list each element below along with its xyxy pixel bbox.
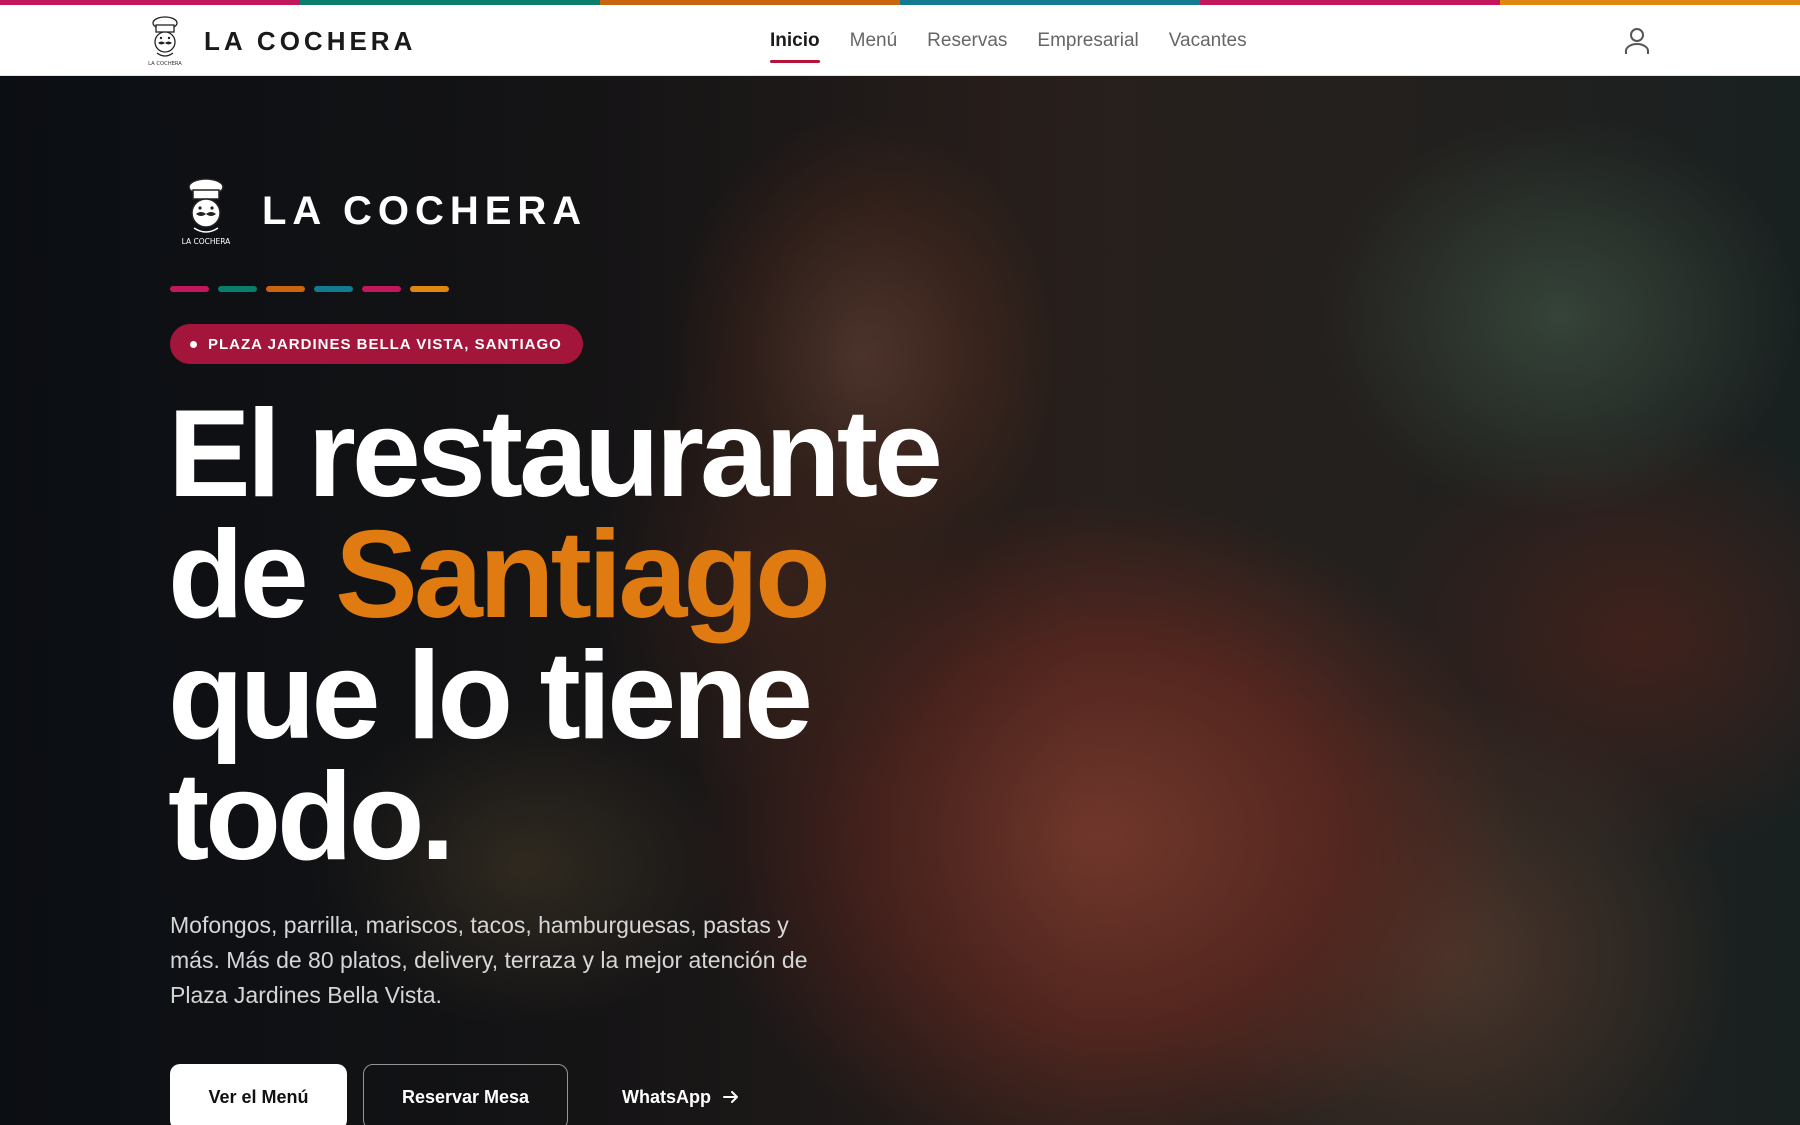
view-menu-button[interactable]: Ver el Menú (170, 1064, 347, 1125)
logo-caption: LA COCHERA (148, 61, 182, 67)
location-badge: PLAZA JARDINES BELLA VISTA, SANTIAGO (170, 324, 583, 364)
hero-section: LA COCHERA LA COCHERA PLAZA JARDINES BEL… (0, 76, 1800, 1125)
reserve-table-button[interactable]: Reservar Mesa (363, 1064, 568, 1125)
brand-link[interactable]: LA COCHERA LA COCHERA (146, 15, 416, 67)
color-dash (410, 286, 449, 292)
stripe-segment (300, 0, 600, 5)
site-header: LA COCHERA LA COCHERA Inicio Menú Reserv… (0, 5, 1800, 76)
top-color-stripe (0, 0, 1800, 5)
hero-logo-caption: LA COCHERA (182, 237, 232, 246)
hero-brand-name: LA COCHERA (262, 188, 588, 233)
badge-dot (190, 340, 197, 348)
color-dash (170, 286, 209, 292)
location-badge-text: PLAZA JARDINES BELLA VISTA, SANTIAGO (208, 335, 562, 353)
color-dash (362, 286, 401, 292)
hero-headline: El restaurante de Santiago que lo tiene … (168, 392, 1068, 879)
stripe-segment (600, 0, 900, 5)
hero-description: Mofongos, parrilla, mariscos, tacos, ham… (170, 912, 808, 1008)
stripe-segment (900, 0, 1200, 5)
whatsapp-label: WhatsApp (622, 1086, 711, 1107)
color-dash (314, 286, 353, 292)
main-nav: Inicio Menú Reservas Empresarial Vacante… (770, 5, 1247, 76)
hero-actions: Ver el Menú Reservar Mesa WhatsApp (170, 1064, 739, 1125)
nav-empresarial[interactable]: Empresarial (1037, 5, 1138, 76)
color-dashes (170, 286, 449, 292)
headline-accent: Santiago (335, 506, 831, 644)
arrow-right-icon (723, 1091, 738, 1103)
whatsapp-link[interactable]: WhatsApp (622, 1087, 739, 1108)
brand-name: LA COCHERA (204, 25, 417, 56)
stripe-segment (1200, 0, 1500, 5)
stripe-segment (0, 0, 300, 5)
color-dash (218, 286, 257, 292)
chef-logo-icon: LA COCHERA (182, 178, 232, 246)
nav-inicio[interactable]: Inicio (770, 5, 820, 76)
nav-reservas[interactable]: Reservas (927, 5, 1007, 76)
headline-de: de (168, 506, 309, 644)
user-icon[interactable] (1624, 27, 1650, 55)
headline-line-3: que lo tiene (168, 627, 813, 765)
hero-brand: LA COCHERA LA COCHERA (178, 176, 587, 246)
color-dash (266, 286, 305, 292)
headline-line-4: todo. (168, 748, 455, 886)
stripe-segment (1500, 0, 1800, 5)
chef-logo-icon: LA COCHERA (148, 16, 182, 67)
nav-vacantes[interactable]: Vacantes (1169, 5, 1247, 76)
nav-menu[interactable]: Menú (850, 5, 898, 76)
headline-line-1: El restaurante (168, 385, 943, 523)
